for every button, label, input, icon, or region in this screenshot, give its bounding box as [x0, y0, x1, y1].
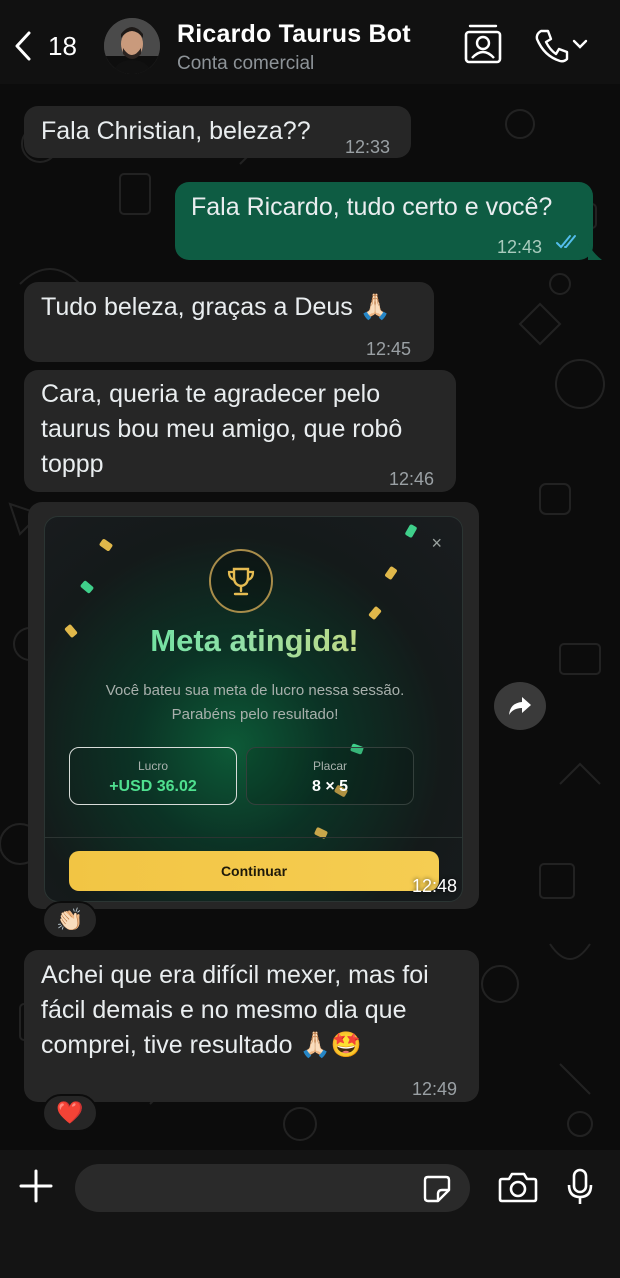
message-time: 12:43: [497, 237, 543, 257]
forward-icon: [509, 697, 531, 715]
message-bubble-incoming[interactable]: Fala Christian, beleza?? 12:33: [24, 106, 411, 158]
avatar-photo: [104, 18, 160, 74]
profit-stat: Lucro +USD 36.02: [69, 747, 237, 805]
attach-button[interactable]: [18, 1168, 54, 1209]
contact-card-button[interactable]: [464, 24, 502, 69]
message-bubble-outgoing[interactable]: Fala Ricardo, tudo certo e você? 12:43: [175, 182, 593, 260]
message-time: 12:49: [412, 1079, 458, 1099]
confetti: [98, 538, 114, 552]
message-bubble-incoming[interactable]: Tudo beleza, graças a Deus 🙏🏻 12:45: [24, 282, 434, 362]
message-time: 12:48: [412, 876, 458, 896]
chevron-left-icon: [15, 31, 31, 61]
contact-subtitle: Conta comercial: [177, 53, 315, 74]
phone-chevron-icon: [535, 29, 588, 63]
profit-value: +USD 36.02: [109, 778, 197, 795]
card-divider: [45, 837, 462, 838]
message-input[interactable]: [75, 1164, 470, 1212]
contact-card-icon: [464, 24, 502, 64]
microphone-icon: [567, 1168, 593, 1204]
message-text: Achei que era difícil mexer, mas foi fác…: [41, 961, 429, 1059]
close-icon: ×: [431, 533, 442, 553]
confetti: [404, 523, 418, 539]
confetti: [79, 580, 95, 594]
continue-button: Continuar: [69, 851, 439, 891]
forward-button[interactable]: [494, 682, 546, 730]
composer-bar: [0, 1150, 620, 1278]
call-button[interactable]: [534, 28, 592, 69]
message-time: 12:33: [345, 137, 391, 157]
message-time: 12:46: [389, 469, 435, 489]
confetti: [384, 565, 398, 581]
message-bubble-incoming[interactable]: Achei que era difícil mexer, mas foi fác…: [24, 950, 479, 1102]
message-time: 12:45: [366, 339, 412, 359]
plus-icon: [19, 1169, 53, 1203]
card-title: Meta atingida!: [45, 623, 462, 659]
camera-icon: [498, 1172, 538, 1203]
score-label: Placar: [312, 759, 347, 773]
sticker-button[interactable]: [422, 1174, 452, 1209]
message-text: Fala Ricardo, tudo certo e você?: [191, 193, 553, 221]
bubble-tail-outgoing: [588, 244, 602, 260]
contact-avatar[interactable]: [104, 18, 160, 74]
contact-name: Ricardo Taurus Bot: [177, 20, 411, 48]
message-text: Fala Christian, beleza??: [41, 117, 311, 145]
chat-area[interactable]: Fala Christian, beleza?? 12:33 Fala Rica…: [0, 84, 620, 1150]
back-button[interactable]: 18: [10, 26, 80, 66]
image-message[interactable]: × Meta atingida! Você bateu sua meta de …: [28, 502, 479, 909]
score-stat: Placar 8 × 5: [246, 747, 414, 805]
microphone-button[interactable]: [566, 1168, 594, 1211]
profit-label: Lucro: [137, 759, 169, 773]
message-text: Cara, queria te agradecer pelo taurus bo…: [41, 380, 403, 478]
card-subtitle: Você bateu sua meta de lucro nessa sessã…: [105, 682, 405, 723]
goal-achieved-card: × Meta atingida! Você bateu sua meta de …: [44, 516, 463, 902]
contact-info[interactable]: Ricardo Taurus Bot Conta comercial: [177, 20, 411, 75]
score-value: 8 × 5: [311, 778, 349, 795]
sticker-icon: [423, 1175, 451, 1203]
reaction-badge[interactable]: ❤️: [42, 1094, 98, 1132]
message-bubble-incoming[interactable]: Cara, queria te agradecer pelo taurus bo…: [24, 370, 456, 492]
reaction-badge[interactable]: 👏🏻: [42, 901, 98, 939]
confetti: [368, 605, 382, 621]
trophy-icon: [209, 549, 273, 613]
double-check-read-icon: [556, 235, 576, 249]
camera-button[interactable]: [498, 1170, 538, 1209]
message-text: Tudo beleza, graças a Deus 🙏🏻: [41, 293, 391, 321]
chat-header: 18 Ricardo Taurus Bot Conta comercial: [0, 0, 620, 84]
unread-count: 18: [48, 30, 77, 61]
